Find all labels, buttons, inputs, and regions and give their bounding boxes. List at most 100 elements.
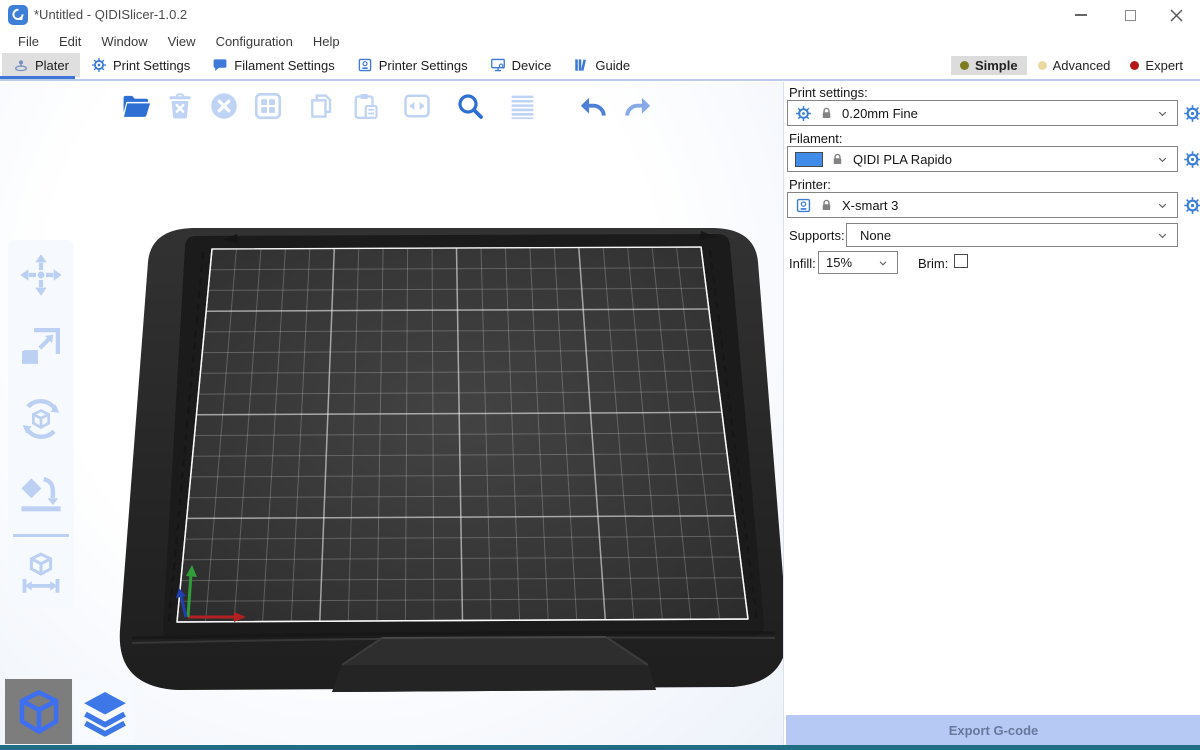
mode-simple[interactable]: Simple bbox=[951, 56, 1027, 75]
printer-icon bbox=[795, 197, 812, 214]
filament-gear-button[interactable] bbox=[1182, 149, 1200, 169]
copy-button[interactable] bbox=[303, 88, 339, 124]
title-bar: *Untitled - QIDISlicer-1.0.2 bbox=[0, 0, 1200, 30]
object-toolbar bbox=[8, 240, 74, 608]
tab-label: Guide bbox=[595, 58, 630, 73]
minimize-button[interactable] bbox=[1065, 0, 1097, 30]
export-gcode-button[interactable]: Export G-code bbox=[786, 715, 1200, 746]
advanced-dot-icon bbox=[1038, 61, 1047, 70]
app-window: *Untitled - QIDISlicer-1.0.2 File Edit W… bbox=[0, 0, 1200, 750]
maximize-button[interactable] bbox=[1114, 0, 1146, 30]
export-gcode-label: Export G-code bbox=[949, 723, 1039, 738]
filament-label: Filament: bbox=[789, 131, 842, 146]
main-toolbar bbox=[118, 88, 655, 124]
lock-icon bbox=[831, 152, 844, 166]
paste-button[interactable] bbox=[347, 88, 383, 124]
filament-icon bbox=[212, 57, 228, 73]
infill-label: Infill: bbox=[789, 256, 816, 271]
mode-expert[interactable]: Expert bbox=[1121, 56, 1192, 75]
mode-label: Expert bbox=[1145, 58, 1183, 73]
printer-gear-button[interactable] bbox=[1182, 195, 1200, 215]
rotate-tool-button[interactable] bbox=[18, 396, 64, 447]
tab-label: Printer Settings bbox=[379, 58, 468, 73]
window-title: *Untitled - QIDISlicer-1.0.2 bbox=[34, 0, 187, 30]
mode-switcher: Simple Advanced Expert bbox=[951, 54, 1192, 77]
lock-icon bbox=[820, 198, 833, 212]
guide-icon bbox=[573, 57, 589, 73]
tab-label: Device bbox=[512, 58, 552, 73]
build-plate bbox=[0, 82, 783, 745]
tab-filament-settings[interactable]: Filament Settings bbox=[201, 53, 345, 77]
app-logo-icon bbox=[8, 5, 28, 25]
print-settings-label: Print settings: bbox=[789, 85, 868, 100]
supports-value: None bbox=[860, 228, 1150, 243]
infill-value: 15% bbox=[826, 255, 871, 270]
open-button[interactable] bbox=[118, 88, 154, 124]
print-settings-gear-button[interactable] bbox=[1182, 103, 1200, 123]
expert-dot-icon bbox=[1130, 61, 1139, 70]
mode-label: Advanced bbox=[1053, 58, 1111, 73]
menu-item-edit[interactable]: Edit bbox=[49, 30, 91, 53]
undo-button[interactable] bbox=[575, 88, 611, 124]
redo-button[interactable] bbox=[619, 88, 655, 124]
scale-tool-button[interactable] bbox=[18, 324, 64, 375]
menu-item-configuration[interactable]: Configuration bbox=[206, 30, 303, 53]
simple-dot-icon bbox=[960, 61, 969, 70]
bottom-accent-bar bbox=[0, 745, 1200, 750]
tab-underline bbox=[0, 79, 1200, 81]
mode-advanced[interactable]: Advanced bbox=[1029, 56, 1120, 75]
arrange-button[interactable] bbox=[250, 88, 286, 124]
3d-editor-view-button[interactable] bbox=[5, 679, 72, 744]
supports-dropdown[interactable]: None bbox=[846, 223, 1178, 247]
print-settings-dropdown[interactable]: 0.20mm Fine bbox=[787, 100, 1178, 126]
delete-all-button[interactable] bbox=[206, 88, 242, 124]
layers-list-button[interactable] bbox=[504, 88, 540, 124]
infill-dropdown[interactable]: 15% bbox=[818, 251, 898, 274]
menu-item-window[interactable]: Window bbox=[91, 30, 157, 53]
gear-icon bbox=[91, 57, 107, 73]
close-button[interactable] bbox=[1160, 0, 1192, 30]
lock-icon bbox=[820, 106, 833, 120]
filament-value: QIDI PLA Rapido bbox=[853, 152, 1150, 167]
layers-icon bbox=[80, 687, 130, 737]
tab-label: Plater bbox=[35, 58, 69, 73]
chevron-down-icon bbox=[1156, 199, 1169, 212]
printer-icon bbox=[357, 57, 373, 73]
mode-label: Simple bbox=[975, 58, 1018, 73]
delete-button[interactable] bbox=[162, 88, 198, 124]
filament-dropdown[interactable]: QIDI PLA Rapido bbox=[787, 146, 1178, 172]
search-button[interactable] bbox=[452, 88, 488, 124]
printer-dropdown[interactable]: X-smart 3 bbox=[787, 192, 1178, 218]
print-settings-value: 0.20mm Fine bbox=[842, 106, 1150, 121]
tab-guide[interactable]: Guide bbox=[562, 53, 641, 77]
tab-device[interactable]: Device bbox=[479, 53, 563, 77]
preview-view-button[interactable] bbox=[74, 680, 135, 743]
settings-sidebar: Print settings: 0.20mm Fine Filament: QI… bbox=[783, 82, 1200, 745]
plater-icon bbox=[13, 57, 29, 73]
menu-item-help[interactable]: Help bbox=[303, 30, 350, 53]
tab-plater[interactable]: Plater bbox=[2, 53, 80, 77]
filament-color-swatch bbox=[795, 152, 823, 167]
chevron-down-icon bbox=[1156, 153, 1169, 166]
measure-tool-button[interactable] bbox=[18, 551, 64, 602]
chevron-down-icon bbox=[1156, 107, 1169, 120]
brim-checkbox[interactable] bbox=[954, 254, 968, 268]
chevron-down-icon bbox=[1156, 229, 1169, 242]
tab-bar: Plater Print Settings Filament Settings … bbox=[0, 53, 1200, 82]
supports-label: Supports: bbox=[789, 228, 845, 243]
tab-printer-settings[interactable]: Printer Settings bbox=[346, 53, 479, 77]
menu-item-view[interactable]: View bbox=[158, 30, 206, 53]
tab-label: Filament Settings bbox=[234, 58, 334, 73]
printer-value: X-smart 3 bbox=[842, 198, 1150, 213]
gear-icon bbox=[795, 105, 812, 122]
tab-label: Print Settings bbox=[113, 58, 190, 73]
move-tool-button[interactable] bbox=[18, 252, 64, 303]
chevron-down-icon bbox=[877, 257, 889, 269]
menu-item-file[interactable]: File bbox=[8, 30, 49, 53]
device-icon bbox=[490, 57, 506, 73]
3d-viewport[interactable] bbox=[0, 82, 783, 745]
place-on-face-tool-button[interactable] bbox=[18, 468, 64, 519]
split-view-button[interactable] bbox=[399, 88, 435, 124]
tab-print-settings[interactable]: Print Settings bbox=[80, 53, 201, 77]
cube-icon bbox=[14, 687, 64, 737]
